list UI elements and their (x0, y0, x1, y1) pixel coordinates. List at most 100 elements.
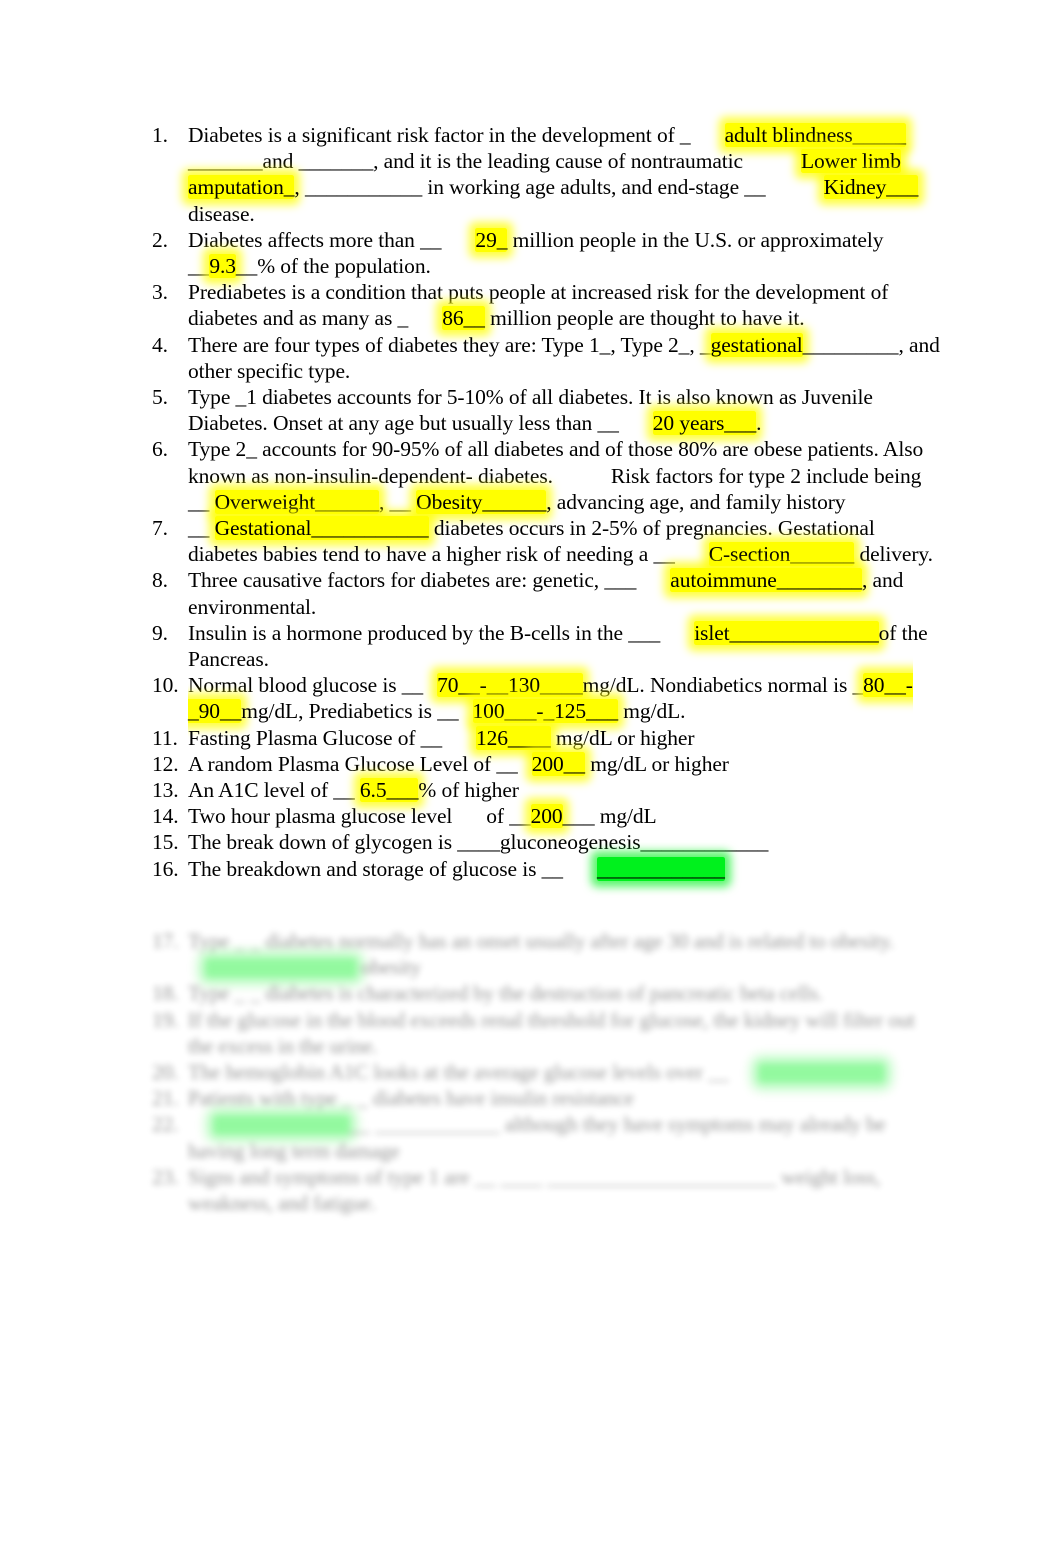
question-text-line: mg/dL, Prediabetics is __ (241, 699, 459, 724)
question-text-line: family history (725, 489, 846, 514)
document-page: 1. Diabetes is a significant risk factor… (0, 0, 1062, 1561)
question-text-line: There are four types of diabetes they ar… (188, 332, 695, 357)
question-number: 3. (152, 280, 168, 305)
answer-blank-c-section[interactable]: C-section______ (708, 542, 854, 567)
question-number: 16. (152, 856, 179, 881)
question-number: 18. (152, 981, 179, 1006)
question-number: 15. (152, 830, 179, 855)
question-text-line: Signs and symptoms of type 1 are __ ____… (188, 1164, 838, 1189)
question-item-8: 8. Three causative factors for diabetes … (152, 567, 942, 619)
question-text-line: , ___________ in working age adults, and… (294, 175, 766, 200)
question-number: 17. (152, 929, 179, 953)
question-item-10: 10. Normal blood glucose is __ 70__-__130… (152, 672, 942, 724)
question-text-line: Risk factors for type 2 (610, 463, 801, 488)
question-text-line: The hemoglobin A1C looks at the average … (188, 1060, 729, 1085)
question-text-line: mg/dL. Nondiabetics normal is (582, 673, 848, 698)
question-number: 1. (152, 123, 168, 147)
redacted-green-bar[interactable] (214, 1116, 349, 1135)
answer-blank-adult-blindness[interactable]: adult blindness_____ (724, 123, 906, 147)
question-item-4: 4. There are four types of diabetes they… (152, 332, 942, 384)
question-text-line: Insulin is a hormone produced by the B-c… (188, 620, 661, 645)
question-item-13: 13. An A1C level of __ 6.5___% of higher (152, 777, 942, 803)
question-text-line: environmental. (188, 594, 317, 619)
question-number: 14. (152, 804, 179, 829)
question-item-16: 16. The breakdown and storage of glucose… (152, 856, 942, 882)
question-text-line: A random Plasma Glucose Level of __ (188, 751, 518, 776)
question-text-line: delivery. (859, 542, 933, 567)
answer-blank-lower-limb[interactable]: Lower limb (800, 149, 901, 174)
question-text-line: million people are thought to have it. (484, 306, 805, 331)
question-text-line: __% of the population. (235, 254, 431, 279)
faded-question-list: 17. Type _ _ diabetes normally has an on… (152, 928, 942, 1216)
redacted-green-bar[interactable] (206, 959, 356, 978)
question-number: 22. (152, 1112, 179, 1137)
answer-blank-20-years[interactable]: 20 years___ (652, 411, 756, 436)
question-text-line: Fasting Plasma Glucose of __ (188, 725, 442, 750)
question-item-15: 15. The break down of glycogen is ____gl… (152, 829, 942, 855)
question-text-line: mg/dL or higher (550, 725, 695, 750)
answer-blank-random-200[interactable]: 200__ (531, 751, 585, 776)
question-text-line: Three causative factors for diabetes are… (188, 568, 637, 593)
question-text-line: The breakdown and storage of glucose is … (188, 856, 563, 881)
question-text-line: of __ (486, 804, 531, 829)
faded-question-item-17: 17. Type _ _ diabetes normally has an on… (152, 928, 942, 980)
question-item-14: 14. Two hour plasma glucose level of __20… (152, 803, 942, 829)
question-item-11: 11. Fasting Plasma Glucose of __ 126____ … (152, 725, 942, 751)
answer-blank-glycogenesis-redacted[interactable]: ____________ (596, 856, 725, 881)
question-number: 23. (152, 1164, 179, 1189)
question-item-7: 7. __ Gestational___________ diabetes oc… (152, 515, 942, 567)
question-text-line: of (878, 620, 897, 645)
answer-blank-gestational[interactable]: gestational (710, 332, 803, 357)
answer-blank-fasting-126[interactable]: 126____ (475, 725, 551, 750)
question-text-line: diabetes occurs in 2-5% of pregnancies. … (428, 516, 875, 541)
redacted-green-bar[interactable] (758, 1064, 884, 1083)
question-item-5: 5. Type _1 diabetes accounts for 5-10% o… (152, 384, 942, 436)
question-number: 11. (152, 725, 178, 750)
answer-blank-prediabetic-range[interactable]: 100___-_125___ (472, 699, 618, 724)
question-text-line: mg/dL or higher (584, 751, 729, 776)
answer-blank-islet[interactable]: islet______________ (694, 620, 879, 645)
question-text-line: obesity (361, 955, 422, 980)
answer-blank-gestational-2[interactable]: Gestational___________ (214, 516, 429, 541)
answer-blank-amputation[interactable]: amputation_ (188, 175, 294, 200)
question-text-line: Type _1 diabetes accounts for 5-10% of a… (188, 385, 873, 410)
blurred-content: 17. Type _ _ diabetes normally has an on… (152, 928, 942, 1216)
question-text-line: Normal blood glucose is __ (188, 673, 424, 698)
answer-blank-two-hour-200[interactable]: 200 (530, 804, 563, 829)
faded-question-item-19: 19. If the glucose in the blood exceeds … (152, 1007, 942, 1059)
question-item-2: 2. Diabetes affects more than __ 29_ mill… (152, 227, 942, 279)
question-text-line: Diabetes. Onset at any age but usually l… (188, 411, 619, 436)
question-number: 12. (152, 751, 179, 776)
answer-blank-86-million[interactable]: 86__ (442, 306, 485, 331)
worksheet-body: 1. Diabetes is a significant risk factor… (152, 122, 942, 882)
question-text-line: _______and _______, and it is the leadin… (188, 149, 743, 174)
question-number: 20. (152, 1060, 179, 1085)
question-number: 10. (152, 673, 179, 698)
faded-question-item-22: 22. __ ____________ although they have s… (152, 1111, 942, 1163)
question-item-3: 3. Prediabetes is a condition that puts … (152, 279, 942, 331)
faded-question-item-23: 23. Signs and symptoms of type 1 are __ … (152, 1164, 942, 1216)
question-text-line: Two hour plasma glucose level (188, 804, 453, 829)
question-text-line: , and (861, 568, 904, 593)
answer-blank-obesity[interactable]: Obesity______ (416, 489, 546, 514)
faded-question-item-21: 21. Patients with type _ _ diabetes have… (152, 1085, 942, 1111)
answer-blank-29-million[interactable]: 29_ (475, 227, 507, 252)
question-text-line: Patients with type _ _ diabetes have ins… (188, 1086, 634, 1111)
answer-blank-normal-glucose-range[interactable]: 70__-__130____ (437, 673, 583, 698)
answer-blank-9-3-percent[interactable]: 9.3 (209, 254, 236, 279)
faded-question-item-20: 20. The hemoglobin A1C looks at the aver… (152, 1059, 942, 1085)
question-number: 4. (152, 332, 168, 357)
answer-blank-overweight[interactable]: Overweight______ (214, 489, 379, 514)
question-text-line: mg/dL. (618, 699, 686, 724)
question-text-line: ___ mg/dL (562, 804, 657, 829)
answer-blank-a1c-65[interactable]: 6.5___ (359, 778, 419, 803)
question-text-line: __ (188, 254, 210, 279)
question-text-line: _ (852, 673, 864, 698)
question-text-line: disease. (188, 201, 255, 226)
question-number: 2. (152, 227, 168, 252)
question-number: 13. (152, 778, 179, 803)
answer-blank-kidney[interactable]: Kidney___ (823, 175, 918, 200)
question-text-line: An A1C level of __ (188, 778, 355, 803)
answer-blank-autoimmune[interactable]: autoimmune________ (670, 568, 862, 593)
question-text-line: diabetes babies tend to have a higher ri… (188, 542, 675, 567)
